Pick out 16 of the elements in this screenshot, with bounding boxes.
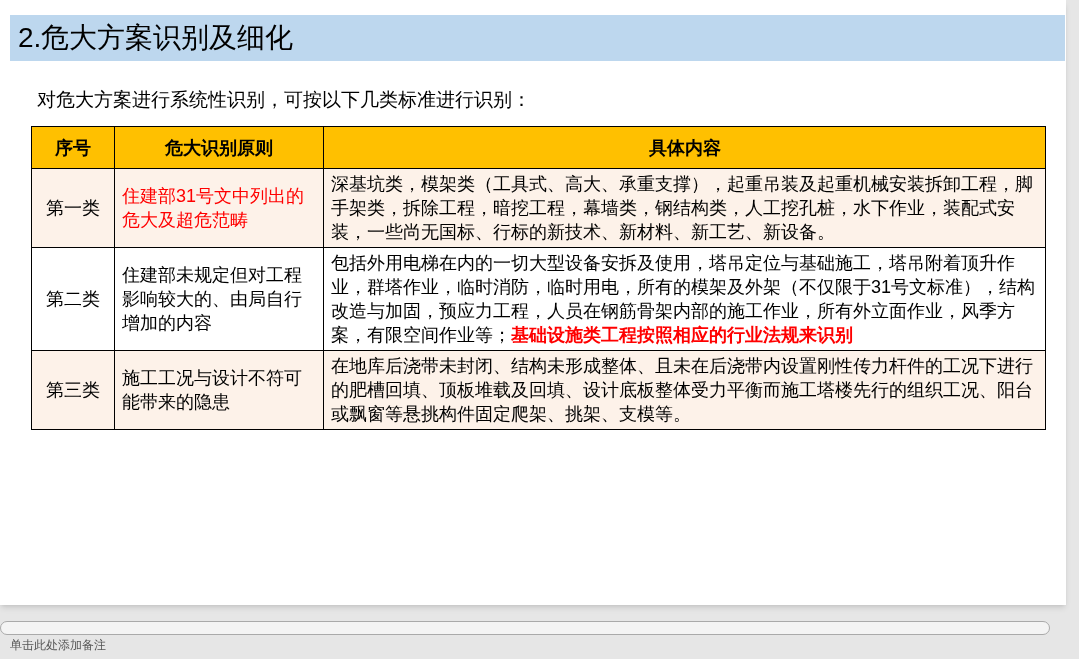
column-header: 序号 bbox=[31, 126, 115, 169]
table-cell: 第二类 bbox=[31, 247, 115, 351]
table-cell: 施工工况与设计不符可能带来的隐患 bbox=[114, 350, 324, 430]
table-cell: 第一类 bbox=[31, 168, 115, 248]
table-cell: 包括外用电梯在内的一切大型设备安拆及使用，塔吊定位与基础施工，塔吊附着顶升作业，群塔作业，临时消防，临时用电，所有的模架及外架（不仅限于31号文标准），结构改造与加固，预应力工程，人员在钢筋骨架内部的施工作业，所有外立面作业，风季方案，有限空间作业等；基础设施类工程按照相应的行业法规来识别 bbox=[323, 247, 1046, 351]
horizontal-scrollbar[interactable] bbox=[0, 621, 1050, 635]
table-cell: 住建部31号文中列出的危大及超危范畴 bbox=[114, 168, 324, 248]
column-header: 危大识别原则 bbox=[114, 126, 324, 169]
notes-field[interactable]: 单击此处添加备注 bbox=[10, 638, 1079, 653]
table-cell: 深基坑类，模架类（工具式、高大、承重支撑），起重吊装及起重机械安装拆卸工程，脚手架类，拆除工程，暗挖工程，幕墙类，钢结构类，人工挖孔桩，水下作业，装配式安装，一些尚无国标、行标的新技术、新材料、新工艺、新设备。 bbox=[323, 168, 1046, 248]
slide-title: 2.危大方案识别及细化 bbox=[10, 15, 1065, 61]
table-cell: 第三类 bbox=[31, 350, 115, 430]
table-cell: 在地库后浇带未封闭、结构未形成整体、且未在后浇带内设置刚性传力杆件的工况下进行的肥槽回填、顶板堆载及回填、设计底板整体受力平衡而施工塔楼先行的组织工况、阳台或飘窗等悬挑构件固定爬架、挑架、支模等。 bbox=[323, 350, 1046, 430]
column-header: 具体内容 bbox=[323, 126, 1046, 169]
intro-text: 对危大方案进行系统性识别，可按以下几类标准进行识别： bbox=[37, 88, 532, 112]
table-cell: 住建部未规定但对工程影响较大的、由局自行增加的内容 bbox=[114, 247, 324, 351]
